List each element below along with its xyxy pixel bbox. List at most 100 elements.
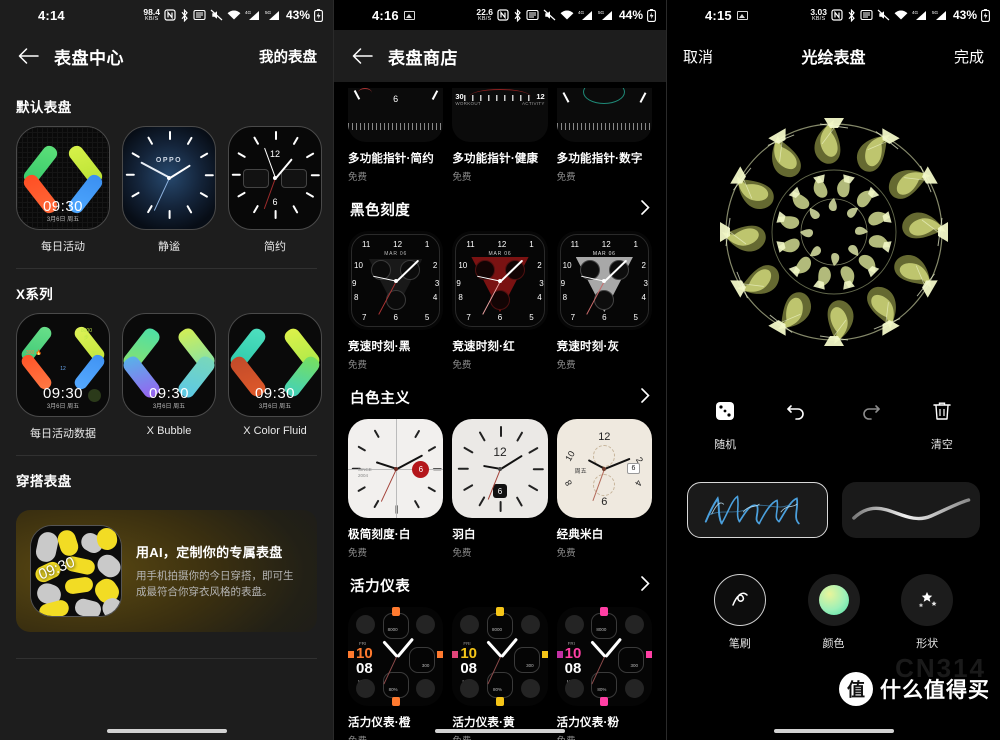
- store-thumb-vitality-pink[interactable]: 8000 FRI 10 08 MAR 300 80%: [556, 607, 652, 707]
- store-card-name: 羽白: [452, 529, 476, 542]
- store-card-name: 竞速时刻·灰: [556, 341, 620, 354]
- color-tool[interactable]: 颜色: [787, 574, 881, 651]
- light-painting-canvas[interactable]: [667, 82, 1000, 382]
- watchface-thumb-daily-activity-data[interactable]: 8000 步 300 🔥 30 12 09:30 3月6日 周五: [16, 313, 110, 417]
- battery-percent: 44%: [618, 8, 643, 22]
- store-thumb-partial[interactable]: 30 WORKOUT 12 ACTIVITY: [452, 84, 548, 142]
- shape-tool[interactable]: 形状: [880, 574, 974, 651]
- done-button[interactable]: 完成: [954, 46, 984, 67]
- store-card-name: 多功能指针·健康: [452, 153, 539, 165]
- watchface-item[interactable]: 09:30 3月6日 周五 X Bubble: [122, 313, 216, 441]
- store-card-price: 免费: [452, 733, 547, 740]
- home-indicator[interactable]: [106, 729, 227, 733]
- page-title: 光绘表盘: [801, 50, 866, 67]
- watchface-item[interactable]: 09:30 3月6日 周五 X Color Fluid: [228, 313, 322, 441]
- random-button[interactable]: 随机: [689, 400, 761, 452]
- back-arrow-icon[interactable]: [350, 44, 374, 68]
- preview-smooth-curve[interactable]: [841, 482, 980, 538]
- store-thumb-partial[interactable]: 6: [348, 84, 444, 142]
- store-thumb-minimal-white[interactable]: 6 SINCE 2004: [348, 419, 444, 519]
- battery-icon: [647, 8, 656, 22]
- ai-outfit-banner[interactable]: 09:30 用AI，定制你的专属表盘 用手机拍摄你的今日穿搭，即可生成最符合你穿…: [16, 510, 317, 632]
- status-bar-1: 4:14 98.4 KB/S 4G 5G 43%: [0, 0, 333, 30]
- store-card-price: 免费: [556, 360, 576, 372]
- chevron-right-icon[interactable]: [641, 575, 650, 596]
- page-title: 表盘中心: [54, 48, 124, 68]
- store-card[interactable]: 8000 FRI 10 08 MAR 300 80%: [556, 607, 652, 740]
- store-card[interactable]: 11 12 1 10 2 9 3 8 4 765 MAR 06: [348, 231, 444, 372]
- store-card[interactable]: 30 WORKOUT 12 ACTIVITY 多功能指针·健康 免费: [452, 84, 548, 183]
- svg-text:4G: 4G: [578, 10, 585, 15]
- shape-tool-label: 形状: [916, 638, 939, 650]
- store-thumb-partial[interactable]: [556, 84, 652, 142]
- watchface-date: 3月6日 周五: [46, 404, 80, 410]
- watchface-thumb-serene[interactable]: OPPO: [122, 126, 216, 230]
- scroll-indicator[interactable]: [435, 729, 565, 733]
- store-section-header[interactable]: 白色主义: [334, 371, 666, 419]
- brush-tool[interactable]: 笔刷: [693, 574, 787, 651]
- store-row-partial-top: 6 多功能指针·简约 免费 30 WORKOUT 12 ACTIVITY 多功能…: [334, 84, 666, 183]
- store-card[interactable]: 8000 FRI 10 08 MAR 300 80%: [452, 607, 548, 740]
- cancel-button[interactable]: 取消: [683, 46, 713, 67]
- watchface-date: 3月6日 周五: [258, 404, 292, 410]
- svg-text:5G: 5G: [265, 10, 272, 15]
- screen-record-icon: [193, 9, 206, 21]
- watchface-time: 09:30: [148, 385, 190, 402]
- store-card[interactable]: 多功能指针·数字 免费: [556, 84, 652, 183]
- wifi-icon: [894, 10, 908, 21]
- brush-options-row: 笔刷 颜色 形状: [667, 574, 1000, 651]
- chevron-right-icon[interactable]: [641, 199, 650, 220]
- store-card-price: 免费: [557, 733, 652, 740]
- store-thumb-vitality-yellow[interactable]: 8000 FRI 10 08 MAR 300 80%: [452, 607, 548, 707]
- nfc-icon: [164, 9, 176, 21]
- store-thumb-racing-red[interactable]: 11 12 1 10 2 9 3 8 4 765 MAR 06: [452, 231, 548, 331]
- svg-text:5G: 5G: [598, 10, 605, 15]
- redo-button[interactable]: [834, 400, 906, 452]
- home-indicator[interactable]: [773, 729, 894, 733]
- store-card[interactable]: 11 12 1 10 2 9 3 8 4 765 MAR 06: [556, 231, 652, 372]
- watchface-thumb-x-bubble[interactable]: 09:30 3月6日 周五: [122, 313, 216, 417]
- store-card[interactable]: 11 12 1 10 2 9 3 8 4 765 MAR 06: [452, 231, 548, 371]
- redo-icon: [858, 400, 882, 427]
- store-thumb-racing-gray[interactable]: 11 12 1 10 2 9 3 8 4 765 MAR 06: [556, 231, 652, 331]
- store-thumb-feather-white[interactable]: 12 6: [452, 419, 548, 519]
- svg-text:4G: 4G: [912, 10, 919, 15]
- store-section-title: 黑色刻度: [350, 203, 411, 219]
- store-card-price: 免费: [348, 548, 368, 560]
- watermark: 值 什么值得买: [839, 672, 990, 706]
- watchface-label: X Bubble: [146, 425, 192, 437]
- my-watchfaces-link[interactable]: 我的表盘: [259, 46, 317, 67]
- store-card[interactable]: 8000 FRI 10 08 MAR 300 80%: [348, 607, 444, 740]
- watchface-thumb-simple[interactable]: 12 6: [228, 126, 322, 230]
- back-arrow-icon[interactable]: [16, 44, 40, 68]
- color-swatch-icon: [807, 574, 860, 626]
- store-thumb-classic-beige[interactable]: 12 6 10 2 8 4 周五 6: [556, 419, 652, 519]
- page-title: 表盘商店: [388, 48, 458, 68]
- screenshot-thumb-icon: [736, 10, 748, 20]
- store-section-header[interactable]: 活力仪表: [334, 559, 666, 607]
- bluetooth-icon: [180, 8, 189, 22]
- store-thumb-racing-black[interactable]: 11 12 1 10 2 9 3 8 4 765 MAR 06: [348, 231, 444, 331]
- watchface-item[interactable]: 09:30 3月6日 周五 每日活动: [16, 126, 110, 254]
- watchface-item[interactable]: OPPO 静谧: [122, 126, 216, 254]
- preview-light-strokes[interactable]: [687, 482, 828, 538]
- watchface-thumb-daily-activity[interactable]: 09:30 3月6日 周五: [16, 126, 110, 230]
- store-section-title: 活力仪表: [350, 579, 411, 596]
- undo-button[interactable]: [761, 400, 833, 452]
- clear-button[interactable]: 清空: [906, 400, 978, 452]
- watchface-thumb-x-color-fluid[interactable]: 09:30 3月6日 周五: [228, 313, 322, 417]
- watchface-item[interactable]: 12 6 简约: [228, 126, 322, 254]
- store-card[interactable]: 12 6 羽白 免费: [452, 419, 548, 559]
- store-card[interactable]: 6 多功能指针·简约 免费: [348, 84, 444, 183]
- store-card[interactable]: 6 SINCE 2004 极简刻度·白 免费: [348, 419, 444, 560]
- chevron-right-icon[interactable]: [641, 387, 650, 408]
- signal-4g-icon: 4G: [578, 9, 594, 21]
- store-thumb-vitality-orange[interactable]: 8000 FRI 10 08 MAR 300 80%: [348, 607, 444, 707]
- banner-body: 用手机拍摄你的今日穿搭，即可生成最符合你穿衣风格的表盘。: [136, 569, 294, 598]
- store-card-price: 免费: [348, 360, 368, 372]
- watchface-label: X Color Fluid: [243, 425, 307, 437]
- store-row-vitality: 8000 FRI 10 08 MAR 300 80%: [334, 607, 666, 740]
- watchface-item[interactable]: 8000 步 300 🔥 30 12 09:30 3月6日 周五 每日活动数据: [16, 313, 110, 441]
- store-card[interactable]: 12 6 10 2 8 4 周五 6 经典米白 免费: [556, 419, 652, 559]
- store-section-header[interactable]: 黑色刻度: [334, 183, 666, 231]
